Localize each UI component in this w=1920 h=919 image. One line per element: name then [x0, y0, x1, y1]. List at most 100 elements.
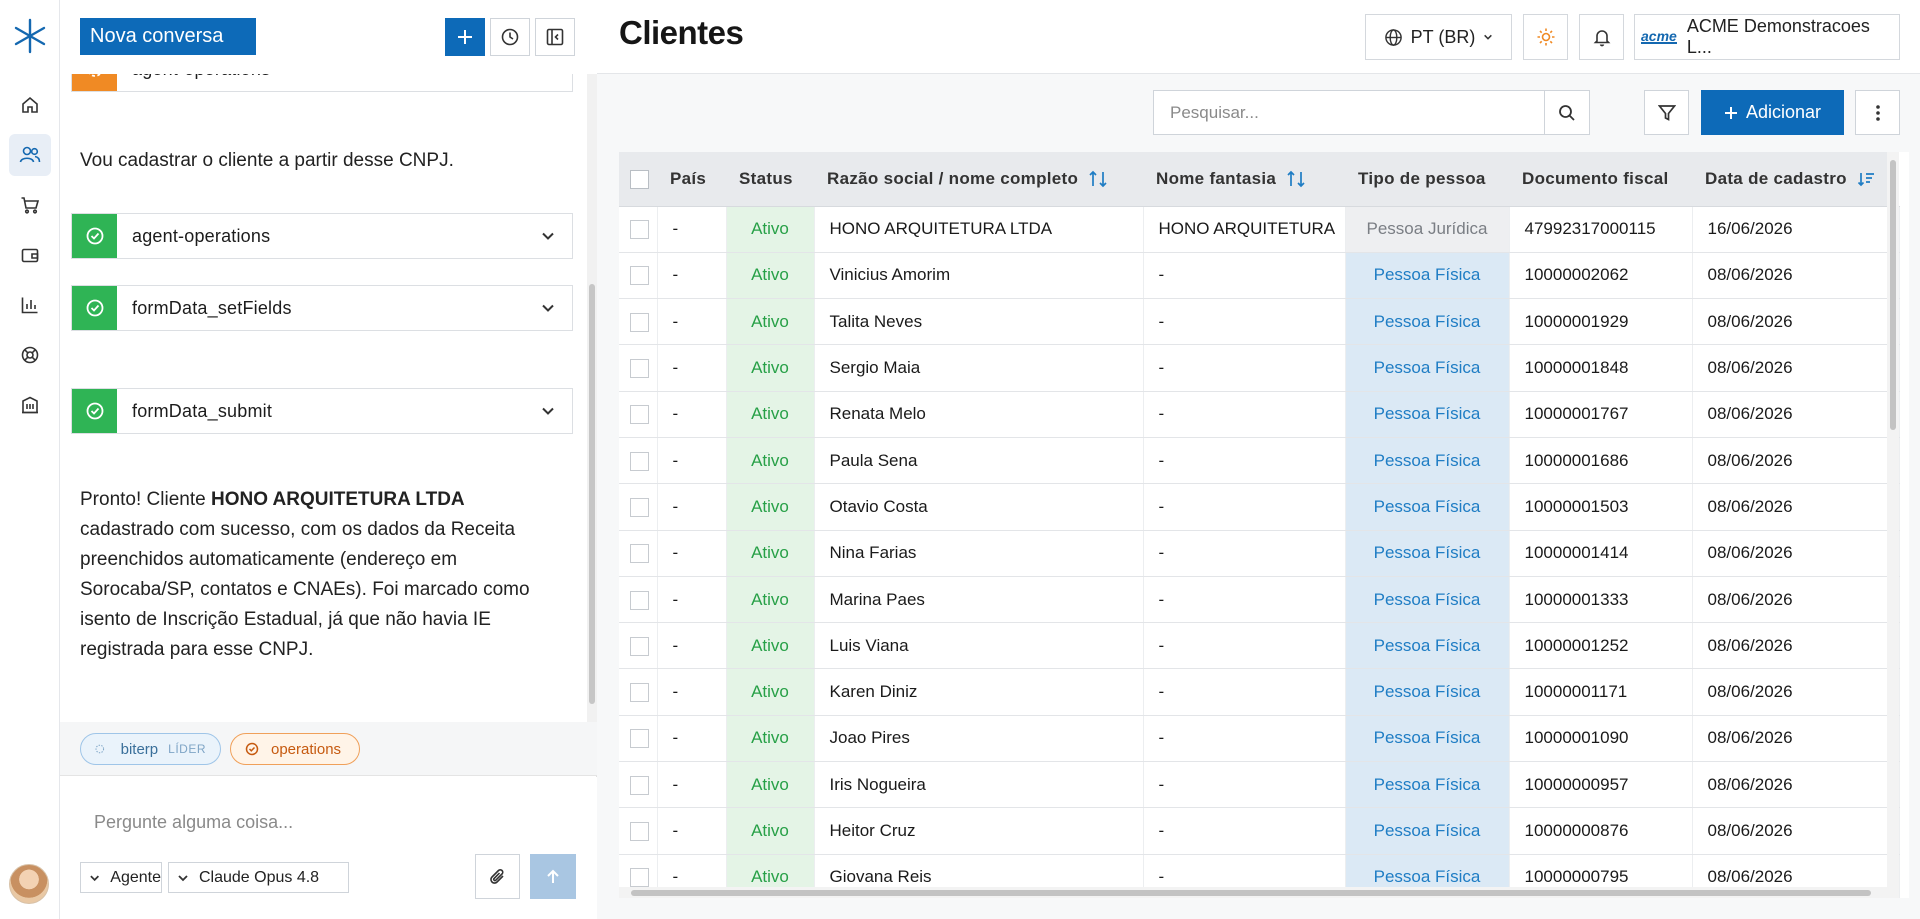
- checkbox[interactable]: [630, 822, 649, 842]
- expand-toggle[interactable]: [524, 301, 572, 315]
- add-client-button[interactable]: Adicionar: [1701, 90, 1844, 135]
- new-conversation-button[interactable]: Nova conversa: [80, 18, 256, 55]
- notifications-button[interactable]: [1579, 14, 1624, 60]
- sort-icon[interactable]: [1088, 170, 1108, 188]
- agent-pill-operations[interactable]: operations: [230, 733, 360, 765]
- theme-toggle[interactable]: [1523, 14, 1568, 60]
- collapse-panel-button[interactable]: [535, 18, 575, 56]
- language-select[interactable]: PT (BR): [1365, 14, 1512, 60]
- column-header-status[interactable]: Status: [726, 152, 814, 207]
- row-checkbox[interactable]: [619, 437, 658, 485]
- checkbox[interactable]: [630, 544, 649, 564]
- column-header-tipo-pessoa[interactable]: Tipo de pessoa: [1345, 152, 1509, 207]
- column-header-razao-social[interactable]: Razão social / nome completo: [814, 152, 1143, 207]
- checkbox[interactable]: [630, 683, 649, 703]
- row-checkbox[interactable]: [619, 576, 658, 624]
- table-row[interactable]: - Ativo Karen Diniz - Pessoa Física 100000011…: [619, 668, 1900, 716]
- table-row[interactable]: - Ativo Heitor Cruz - Pessoa Física 100000008…: [619, 807, 1900, 855]
- search-box[interactable]: Pesquisar...: [1153, 90, 1590, 135]
- search-input[interactable]: Pesquisar...: [1170, 103, 1259, 123]
- checkbox[interactable]: [630, 590, 649, 610]
- checkbox[interactable]: [630, 729, 649, 749]
- search-button[interactable]: [1544, 91, 1589, 134]
- row-checkbox[interactable]: [619, 344, 658, 392]
- row-checkbox[interactable]: [619, 761, 658, 809]
- table-vertical-scrollbar[interactable]: [1887, 152, 1899, 898]
- checkbox[interactable]: [630, 405, 649, 425]
- expand-toggle[interactable]: [524, 229, 572, 243]
- row-checkbox[interactable]: [619, 807, 658, 855]
- select-all-checkbox[interactable]: [619, 152, 657, 207]
- sort-icon[interactable]: [1286, 170, 1306, 188]
- row-checkbox[interactable]: [619, 483, 658, 531]
- nav-vendas[interactable]: [9, 184, 51, 226]
- column-header-pais[interactable]: País: [657, 152, 726, 207]
- row-checkbox[interactable]: [619, 206, 658, 253]
- column-header-data-cadastro[interactable]: Data de cadastro: [1692, 152, 1899, 207]
- new-chat-plus-button[interactable]: [445, 18, 485, 56]
- row-checkbox[interactable]: [619, 391, 658, 438]
- model-select[interactable]: Claude Opus 4.8: [168, 862, 349, 893]
- sort-desc-icon[interactable]: [1857, 171, 1875, 187]
- scrollbar-thumb[interactable]: [589, 284, 595, 704]
- filter-button[interactable]: [1644, 90, 1689, 135]
- company-switcher[interactable]: acme ACME Demonstracoes L...: [1634, 14, 1900, 60]
- expand-toggle[interactable]: [524, 74, 572, 76]
- tool-call-card[interactable]: formData_setFields: [71, 285, 573, 331]
- more-options-button[interactable]: [1855, 90, 1900, 135]
- table-row[interactable]: - Ativo Marina Paes - Pessoa Física 100000013…: [619, 576, 1900, 624]
- checkbox[interactable]: [630, 636, 649, 656]
- attach-button[interactable]: [475, 854, 520, 899]
- send-button[interactable]: [530, 854, 576, 899]
- table-row[interactable]: - Ativo Paula Sena - Pessoa Física 1000000168…: [619, 437, 1900, 485]
- table-row[interactable]: - Ativo Renata Melo - Pessoa Física 100000017…: [619, 391, 1900, 438]
- checkbox[interactable]: [630, 451, 649, 471]
- agent-pill-biterp[interactable]: biterp LÍDER: [80, 733, 221, 765]
- checkbox[interactable]: [630, 312, 649, 332]
- column-header-nome-fantasia[interactable]: Nome fantasia: [1143, 152, 1345, 207]
- table-row[interactable]: - Ativo Sergio Maia - Pessoa Física 100000018…: [619, 344, 1900, 392]
- prompt-input[interactable]: Pergunte alguma coisa...: [94, 812, 293, 833]
- tool-call-card[interactable]: agent-operations: [71, 213, 573, 259]
- checkbox[interactable]: [630, 497, 649, 517]
- row-checkbox[interactable]: [619, 298, 658, 346]
- checkbox[interactable]: [630, 868, 649, 888]
- nav-relatorios[interactable]: [9, 284, 51, 326]
- expand-toggle[interactable]: [524, 404, 572, 418]
- history-button[interactable]: [490, 18, 530, 56]
- column-header-documento[interactable]: Documento fiscal: [1509, 152, 1692, 207]
- table-row[interactable]: - Ativo Talita Neves - Pessoa Física 10000001…: [619, 298, 1900, 346]
- scrollbar-thumb[interactable]: [631, 890, 1871, 896]
- chat-scrollbar[interactable]: [587, 74, 597, 722]
- row-checkbox[interactable]: [619, 668, 658, 716]
- table-row[interactable]: - Ativo HONO ARQUITETURA LTDA HONO ARQUITET…: [619, 206, 1900, 253]
- table-horizontal-scrollbar[interactable]: [619, 887, 1887, 898]
- table-row[interactable]: - Ativo Luis Viana - Pessoa Física 1000000125…: [619, 622, 1900, 670]
- checkbox[interactable]: [630, 266, 649, 286]
- table-row[interactable]: - Ativo Iris Nogueira - Pessoa Física 1000000…: [619, 761, 1900, 809]
- row-checkbox[interactable]: [619, 715, 658, 763]
- row-checkbox[interactable]: [619, 530, 658, 577]
- checkbox[interactable]: [630, 220, 649, 240]
- nav-financeiro[interactable]: [9, 234, 51, 276]
- app-logo-icon[interactable]: [12, 18, 48, 54]
- nav-home[interactable]: [9, 84, 51, 126]
- table-row[interactable]: - Ativo Joao Pires - Pessoa Física 1000000109…: [619, 715, 1900, 763]
- table-row[interactable]: - Ativo Nina Farias - Pessoa Física 100000014…: [619, 530, 1900, 577]
- user-avatar[interactable]: [9, 864, 49, 904]
- row-checkbox[interactable]: [619, 622, 658, 670]
- checkbox[interactable]: [630, 359, 649, 379]
- table-row[interactable]: - Ativo Vinicius Amorim - Pessoa Física 10000…: [619, 252, 1900, 300]
- table-row[interactable]: - Ativo Otavio Costa - Pessoa Física 10000001…: [619, 483, 1900, 531]
- tool-call-card[interactable]: agent-operations: [71, 74, 573, 92]
- nav-empresa[interactable]: [9, 384, 51, 426]
- checkbox[interactable]: [630, 169, 649, 189]
- tool-call-card[interactable]: formData_submit: [71, 388, 573, 434]
- row-checkbox[interactable]: [619, 252, 658, 300]
- checkbox[interactable]: [630, 775, 649, 795]
- chevron-down-icon: [542, 304, 554, 312]
- nav-clientes[interactable]: [9, 134, 51, 176]
- nav-suporte[interactable]: [9, 334, 51, 376]
- scrollbar-thumb[interactable]: [1890, 160, 1896, 430]
- mode-select[interactable]: Agente: [80, 862, 162, 893]
